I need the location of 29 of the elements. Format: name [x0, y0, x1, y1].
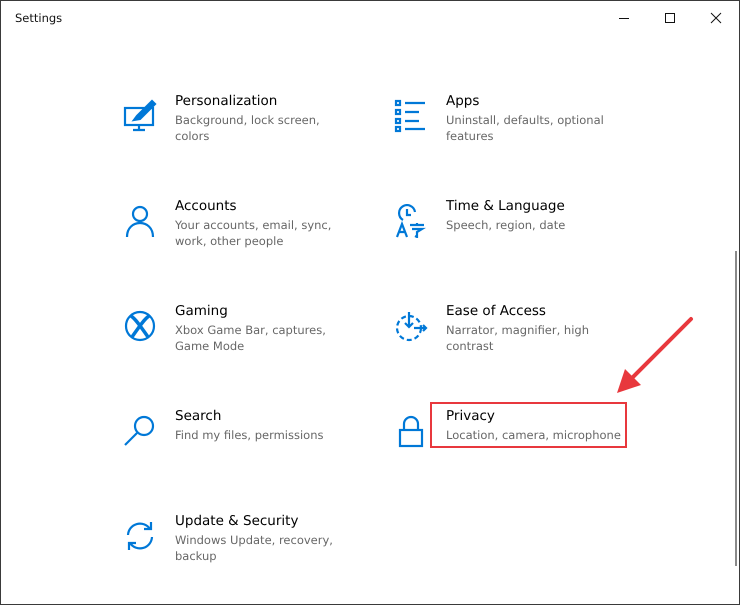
search-icon	[123, 414, 157, 448]
category-title[interactable]: Time & Language	[446, 198, 626, 214]
person-icon	[123, 204, 157, 238]
xbox-icon	[123, 309, 157, 343]
scrollbar[interactable]	[735, 251, 737, 566]
category-title[interactable]: Apps	[446, 93, 626, 109]
category-description: Narrator, magnifier, high contrast	[446, 322, 590, 354]
category-title[interactable]: Personalization	[175, 93, 355, 109]
category-description: Background, lock screen, colors	[175, 112, 321, 144]
category-description: Windows Update, recovery, backup	[175, 532, 334, 564]
monitor-brush-icon	[123, 99, 157, 133]
category-description: Location, camera, microphone	[446, 427, 621, 443]
category-title[interactable]: Update & Security	[175, 513, 355, 529]
category-description: Find my files, permissions	[175, 427, 324, 443]
category-title[interactable]: Accounts	[175, 198, 355, 214]
maximize-icon	[664, 12, 676, 24]
category-description: Your accounts, email, sync, work, other people	[175, 217, 332, 249]
category-title[interactable]: Privacy	[446, 408, 621, 424]
category-description: Xbox Game Bar, captures, Game Mode	[175, 322, 327, 354]
category-title[interactable]: Search	[175, 408, 355, 424]
close-icon	[710, 12, 722, 24]
clock-language-icon	[394, 204, 428, 238]
category-title[interactable]: Ease of Access	[446, 303, 626, 319]
category-description: Uninstall, defaults, optional features	[446, 112, 605, 144]
window-title: Settings	[14, 11, 62, 25]
category-title[interactable]: Gaming	[175, 303, 355, 319]
category-description: Speech, region, date	[446, 217, 566, 233]
list-icon	[394, 99, 428, 133]
dashed-clock-icon	[394, 309, 428, 343]
